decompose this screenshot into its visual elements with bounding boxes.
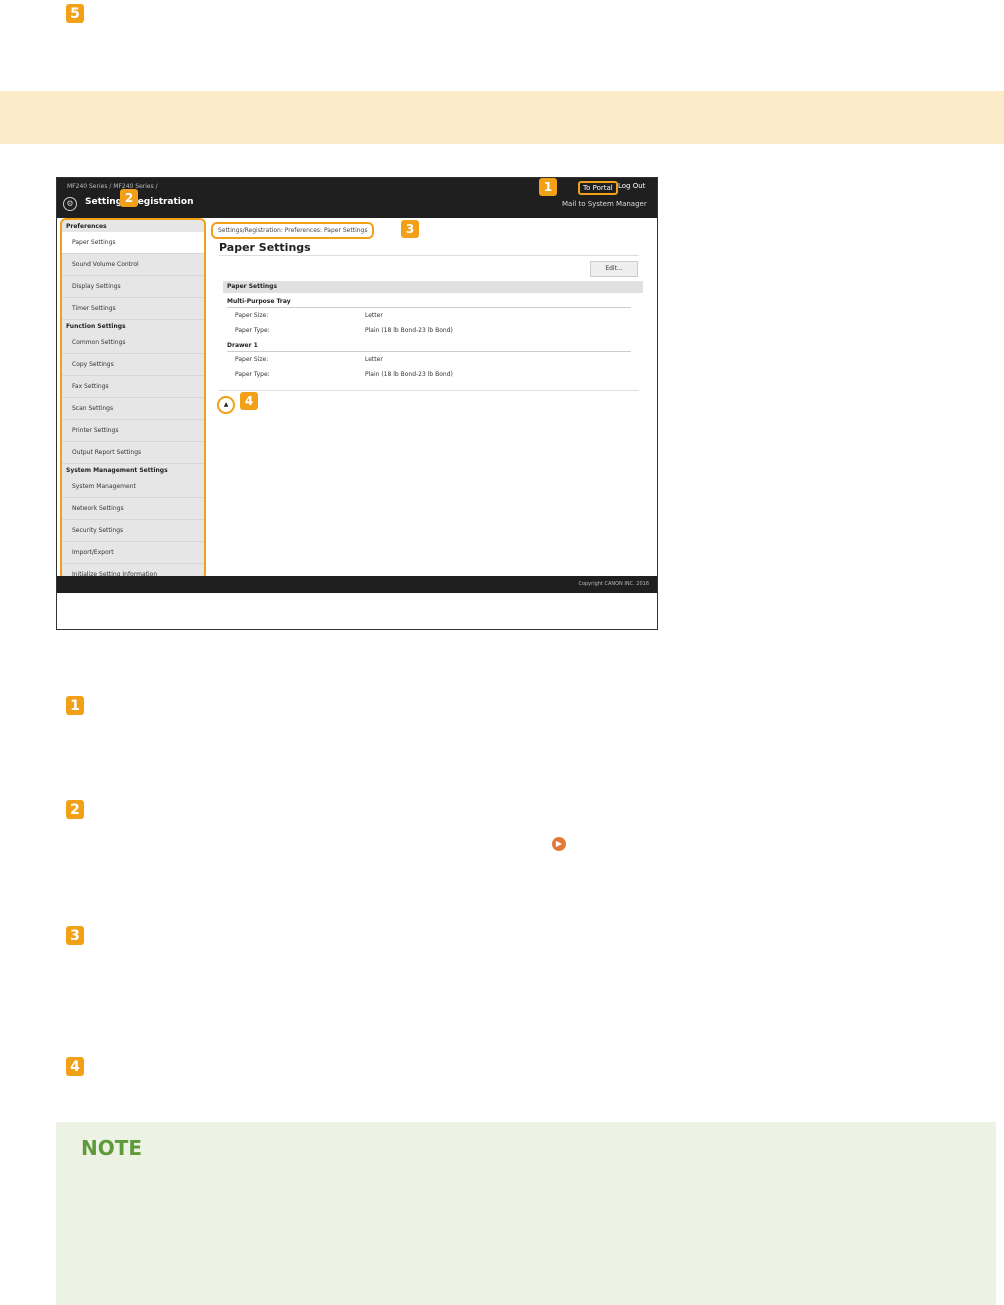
- callout-1: 1: [539, 178, 557, 196]
- sidebar-item-copy-settings[interactable]: Copy Settings: [62, 354, 204, 376]
- divider: [219, 390, 639, 391]
- list-badge-4: 4: [66, 1057, 84, 1076]
- mail-to-system-manager-link[interactable]: Mail to System Manager: [562, 200, 647, 208]
- sidebar-item-output-report-settings[interactable]: Output Report Settings: [62, 442, 204, 464]
- sidebar-section-system: System Management Settings: [66, 467, 168, 474]
- note-title: NOTE: [81, 1136, 143, 1160]
- group-divider: [227, 351, 631, 352]
- sidebar-item-scan-settings[interactable]: Scan Settings: [62, 398, 204, 420]
- sidebar-item-common-settings[interactable]: Common Settings: [62, 332, 204, 354]
- sidebar-item-system-management[interactable]: System Management: [62, 476, 204, 498]
- page-title: Paper Settings: [219, 241, 311, 254]
- divider: [219, 255, 639, 256]
- sidebar-item-network-settings[interactable]: Network Settings: [62, 498, 204, 520]
- sidebar-item-paper-settings[interactable]: Paper Settings: [62, 232, 204, 254]
- group-title-drawer-1: Drawer 1: [227, 342, 258, 349]
- sidebar-item-display-settings[interactable]: Display Settings: [62, 276, 204, 298]
- paper-type-label: Paper Type:: [235, 327, 270, 334]
- callout-2: 2: [120, 189, 138, 207]
- paper-type-label: Paper Type:: [235, 371, 270, 378]
- sidebar-item-fax-settings[interactable]: Fax Settings: [62, 376, 204, 398]
- sidebar-item-import-export[interactable]: Import/Export: [62, 542, 204, 564]
- group-divider: [227, 307, 631, 308]
- edit-button[interactable]: Edit...: [590, 261, 638, 277]
- heading-band: [0, 91, 1004, 144]
- copyright-text: Copyright CANON INC. 2016: [578, 581, 649, 587]
- group-title-multi-purpose-tray: Multi-Purpose Tray: [227, 298, 291, 305]
- list-badge-3: 3: [66, 926, 84, 945]
- list-badge-1: 1: [66, 696, 84, 715]
- app-title: Settings/Registration: [85, 197, 194, 207]
- sidebar-section-function: Function Settings: [66, 323, 126, 330]
- list-badge-2: 2: [66, 800, 84, 819]
- sidebar-item-timer-settings[interactable]: Timer Settings: [62, 298, 204, 320]
- paper-size-value: Letter: [365, 356, 383, 363]
- sidebar-item-sound-volume-control[interactable]: Sound Volume Control: [62, 254, 204, 276]
- log-out-link[interactable]: Log Out: [618, 182, 645, 190]
- callout-3: 3: [401, 220, 419, 238]
- note-box: NOTE: [56, 1122, 996, 1305]
- paper-size-value: Letter: [365, 312, 383, 319]
- sidebar-item-printer-settings[interactable]: Printer Settings: [62, 420, 204, 442]
- section-header: Paper Settings: [223, 281, 643, 293]
- link-arrow-icon[interactable]: ▶: [552, 837, 566, 851]
- sidebar-item-security-settings[interactable]: Security Settings: [62, 520, 204, 542]
- breadcrumb: Settings/Registration: Preferences: Pape…: [211, 222, 375, 239]
- gear-icon: ⚙: [63, 197, 77, 211]
- ui-screenshot: MF240 Series / MF240 Series / To Portal …: [56, 177, 658, 630]
- sidebar-section-preferences: Preferences: [66, 223, 107, 230]
- footer: Copyright CANON INC. 2016: [57, 576, 657, 593]
- sidebar-menu: Preferences Paper Settings Sound Volume …: [60, 218, 206, 586]
- callout-4: 4: [240, 392, 258, 410]
- top-bar: MF240 Series / MF240 Series / To Portal …: [57, 178, 657, 218]
- paper-size-label: Paper Size:: [235, 356, 269, 363]
- paper-type-value: Plain (18 lb Bond-23 lb Bond): [365, 327, 453, 334]
- paper-size-label: Paper Size:: [235, 312, 269, 319]
- main-content: Settings/Registration: Preferences: Pape…: [205, 218, 655, 576]
- paper-type-value: Plain (18 lb Bond-23 lb Bond): [365, 371, 453, 378]
- to-portal-link[interactable]: To Portal: [578, 181, 618, 195]
- step-5-badge: 5: [66, 4, 84, 23]
- model-name: MF240 Series / MF240 Series /: [67, 183, 158, 190]
- to-top-icon[interactable]: ▲: [217, 396, 235, 414]
